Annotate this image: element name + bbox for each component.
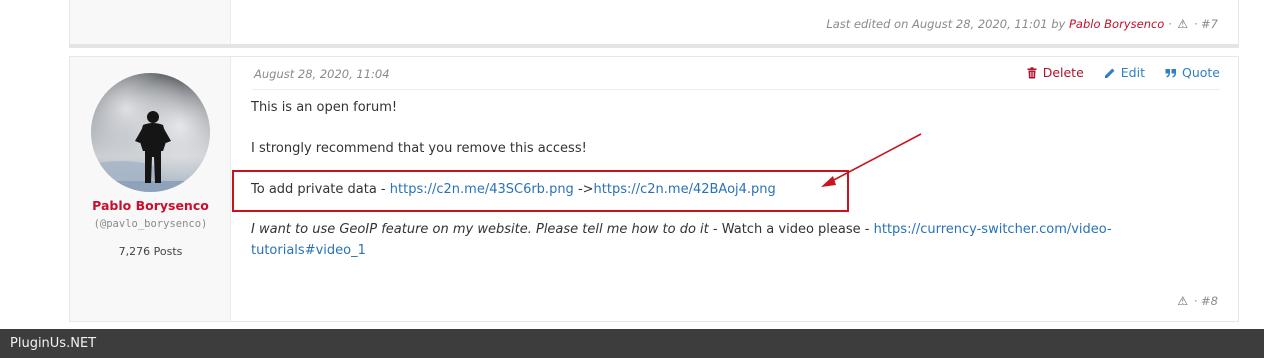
quoted-question: I want to use GeoIP feature on my websit… — [251, 222, 709, 237]
warning-icon[interactable]: ⚠ — [1177, 17, 1188, 31]
author-handle: (@pavlo_borysenco) — [93, 218, 208, 230]
post-date: August 28, 2020, 11:04 — [254, 67, 390, 81]
edit-button[interactable]: Edit — [1104, 65, 1145, 80]
body-line: I strongly recommend that you remove thi… — [251, 141, 587, 156]
quote-button[interactable]: Quote — [1165, 65, 1220, 80]
edit-label: Edit — [1120, 65, 1145, 80]
body-line: This is an open forum! — [251, 100, 398, 115]
highlight-annotation-box — [232, 170, 849, 212]
site-footer-bar: PluginUs.NET — [0, 329, 1264, 358]
meta-separator: · — [1168, 17, 1172, 31]
avatar[interactable] — [91, 73, 210, 192]
previous-post-meta: Last edited on August 28, 2020, 11:01 by… — [826, 17, 1218, 31]
trash-icon — [1027, 66, 1037, 78]
meta-separator: · — [1193, 17, 1198, 31]
delete-label: Delete — [1042, 65, 1084, 80]
warning-icon[interactable]: ⚠ — [1177, 294, 1188, 308]
body-line-quote: I want to use GeoIP feature on my websit… — [251, 219, 1151, 261]
edited-label: Last edited on August 28, 2020, 11:01 by — [826, 17, 1066, 31]
body-text: - Watch a video please - — [708, 222, 874, 237]
post-divider — [69, 44, 1239, 48]
author-post-count: 7,276 Posts — [118, 245, 183, 258]
delete-button[interactable]: Delete — [1026, 65, 1084, 80]
site-name[interactable]: PluginUs.NET — [10, 336, 96, 351]
pencil-icon — [1104, 68, 1115, 78]
post-actions: Delete Edit Quote — [1026, 65, 1220, 80]
quote-icon — [1165, 68, 1176, 77]
editor-link[interactable]: Pablo Borysenco — [1069, 17, 1164, 31]
author-column: Pablo Borysenco (@pavlo_borysenco) 7,276… — [70, 57, 231, 321]
previous-post: Last edited on August 28, 2020, 11:01 by… — [69, 0, 1239, 44]
footer-separator: · — [1193, 294, 1198, 308]
quote-label: Quote — [1181, 65, 1220, 80]
post-footer: ⚠ · #8 — [1175, 294, 1218, 308]
post-number-link[interactable]: #8 — [1201, 294, 1218, 308]
forum-post: Pablo Borysenco (@pavlo_borysenco) 7,276… — [69, 56, 1239, 322]
author-name[interactable]: Pablo Borysenco — [70, 198, 231, 213]
post-number-link[interactable]: #7 — [1201, 17, 1218, 31]
previous-post-author-column — [70, 0, 231, 44]
post-header: August 28, 2020, 11:04 Delete Edit Quote — [252, 65, 1220, 90]
